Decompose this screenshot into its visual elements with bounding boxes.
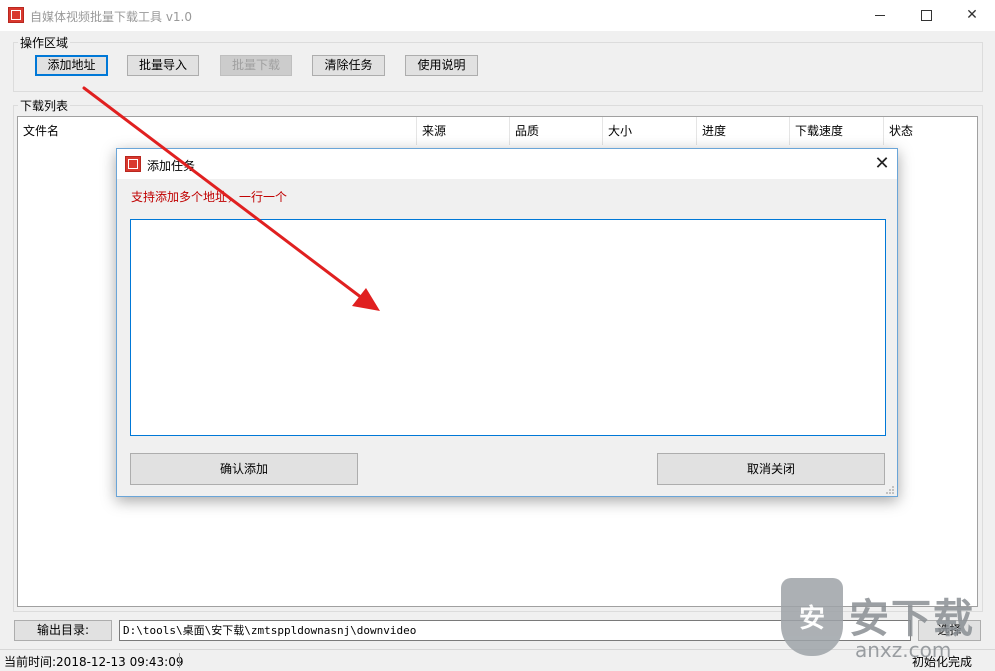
clear-tasks-button[interactable]: 清除任务 <box>312 55 385 76</box>
column-header-speed[interactable]: 下载速度 <box>790 117 884 145</box>
maximize-icon <box>920 9 932 21</box>
watermark: 安 安下载 anxz.com <box>775 572 995 671</box>
dialog-title: 添加任务 <box>147 159 196 173</box>
column-header-source[interactable]: 来源 <box>417 117 510 145</box>
column-header-filename[interactable]: 文件名 <box>18 117 417 145</box>
column-header-status[interactable]: 状态 <box>884 117 977 145</box>
close-button[interactable]: ✕ <box>949 0 995 31</box>
operations-group-label: 操作区域 <box>18 34 71 51</box>
resize-grip-icon[interactable] <box>885 485 895 495</box>
main-window: 自媒体视频批量下载工具 v1.0 ✕ 操作区域 添加地址 批量导入 批量下载 清… <box>0 0 995 671</box>
watermark-shield-icon: 安 <box>781 578 843 656</box>
minimize-icon <box>875 14 885 16</box>
instructions-button[interactable]: 使用说明 <box>405 55 478 76</box>
watermark-text: 安下载 <box>849 596 975 642</box>
output-directory-label[interactable]: 输出目录: <box>14 620 112 641</box>
dialog-hint-text: 支持添加多个地址，一行一个 <box>131 190 288 204</box>
column-header-size[interactable]: 大小 <box>603 117 697 145</box>
add-address-button[interactable]: 添加地址 <box>35 55 108 76</box>
minimize-button[interactable] <box>857 0 903 31</box>
maximize-button[interactable] <box>903 0 949 31</box>
window-title: 自媒体视频批量下载工具 v1.0 <box>30 10 193 24</box>
column-header-quality[interactable]: 品质 <box>510 117 603 145</box>
title-bar: 自媒体视频批量下载工具 v1.0 ✕ <box>0 0 995 31</box>
dialog-close-button[interactable]: ✕ <box>869 151 895 177</box>
close-icon: ✕ <box>874 153 890 174</box>
batch-download-button[interactable]: 批量下载 <box>220 55 292 76</box>
address-textarea[interactable] <box>130 219 886 436</box>
batch-import-button[interactable]: 批量导入 <box>127 55 199 76</box>
close-icon: ✕ <box>966 7 978 23</box>
dialog-title-bar: 添加任务 ✕ <box>117 149 897 179</box>
watermark-domain: anxz.com <box>855 638 952 662</box>
confirm-add-button[interactable]: 确认添加 <box>130 453 358 485</box>
column-header-progress[interactable]: 进度 <box>697 117 790 145</box>
add-task-dialog: 添加任务 ✕ 支持添加多个地址，一行一个 确认添加 取消关闭 <box>116 148 898 497</box>
status-current-time: 当前时间:2018-12-13 09:43:09 <box>4 655 184 669</box>
dialog-app-icon <box>125 156 141 172</box>
download-list-group-label: 下载列表 <box>18 97 71 114</box>
cancel-close-button[interactable]: 取消关闭 <box>657 453 885 485</box>
status-divider <box>179 653 180 668</box>
app-logo-icon <box>8 7 24 23</box>
